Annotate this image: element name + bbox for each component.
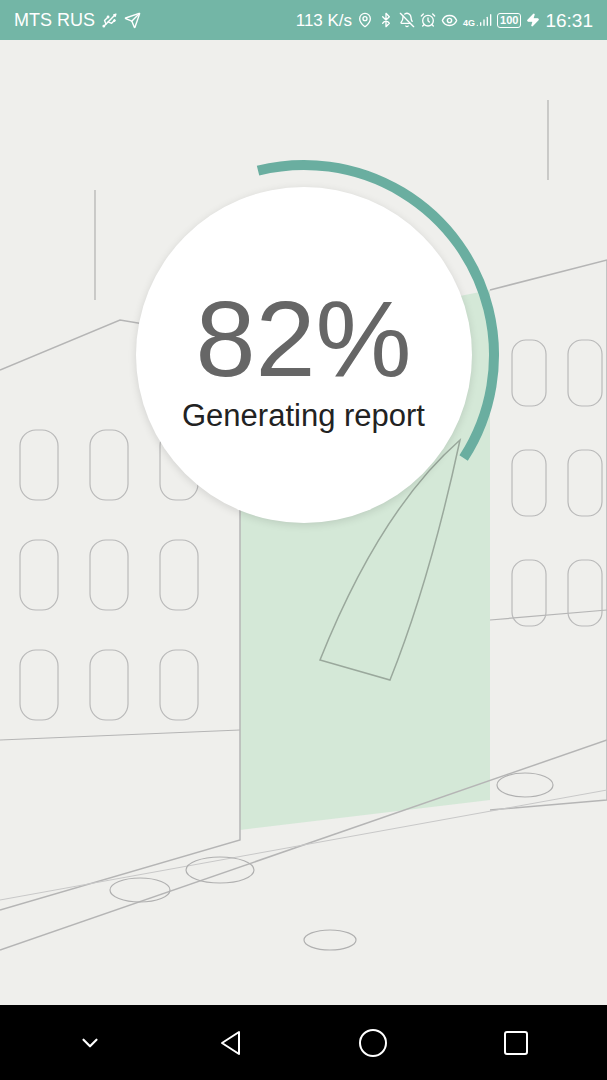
alarm-icon: [420, 12, 436, 28]
battery-level: 100: [500, 15, 518, 26]
progress-label: Generating report: [182, 397, 425, 436]
back-icon[interactable]: [217, 1029, 245, 1057]
charging-icon: [526, 13, 540, 27]
network-type: 4G: [463, 19, 475, 28]
loading-screen: 82% Generating report: [0, 40, 607, 1005]
navigation-bar: [0, 1005, 607, 1080]
progress-circle: 82% Generating report: [136, 187, 472, 523]
signal-icon: [476, 12, 492, 28]
recents-icon[interactable]: [502, 1029, 530, 1057]
eye-comfort-icon: [441, 12, 458, 29]
progress-percent: 82%: [195, 285, 411, 393]
hide-bar-icon[interactable]: [77, 1030, 103, 1056]
clock: 16:31: [545, 11, 593, 30]
battery-icon: 100: [497, 13, 521, 28]
usb-icon: [101, 12, 118, 29]
progress-ring: 82% Generating report: [104, 155, 504, 555]
carrier-name: MTS RUS: [14, 11, 95, 29]
telegram-icon: [124, 12, 141, 29]
mute-icon: [399, 12, 415, 28]
status-bar: MTS RUS 113 K/s 4G 100 16:31: [0, 0, 607, 40]
location-icon: [357, 12, 373, 28]
app-screen: MTS RUS 113 K/s 4G 100 16:31 82% Generating re…: [0, 0, 607, 1080]
bluetooth-icon: [378, 12, 394, 28]
home-icon[interactable]: [358, 1028, 388, 1058]
network-speed: 113 K/s: [296, 12, 352, 29]
